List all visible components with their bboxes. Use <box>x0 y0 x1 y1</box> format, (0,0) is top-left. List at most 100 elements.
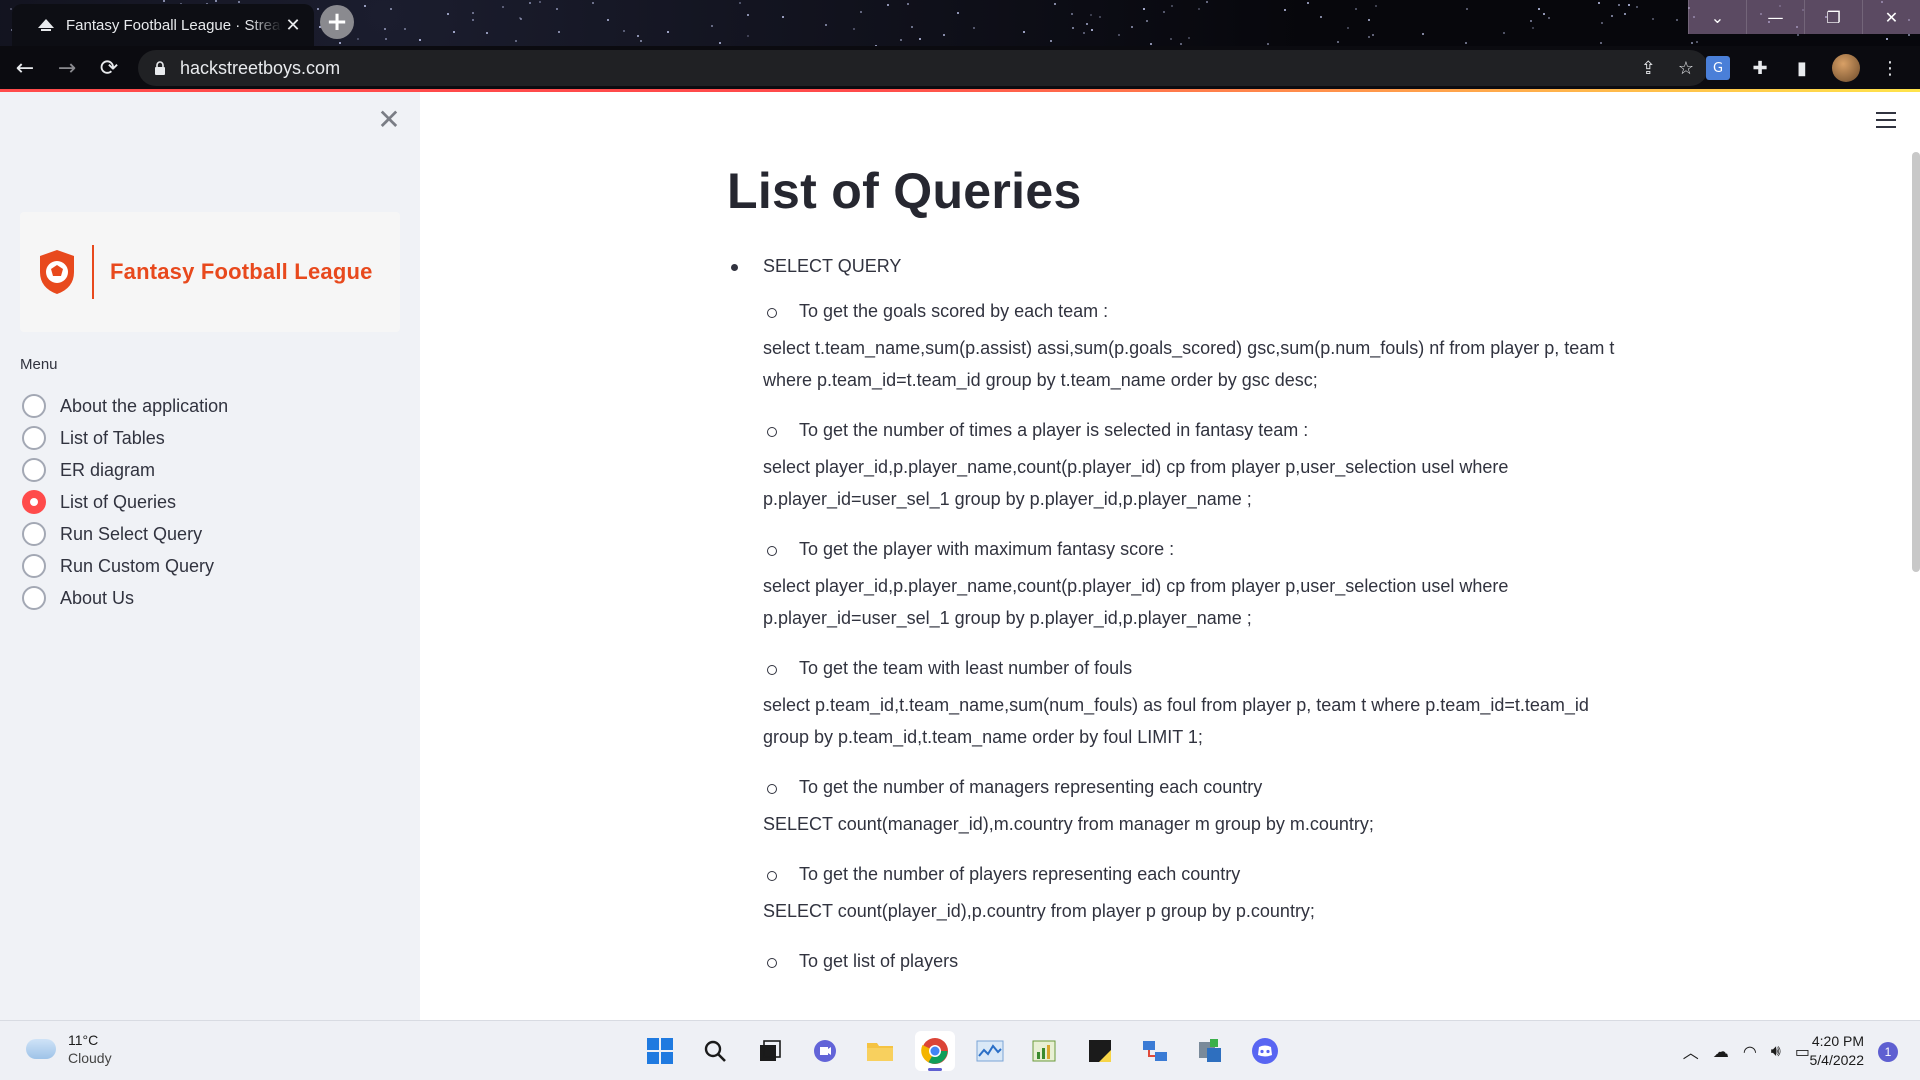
query-item: To get the goals scored by each team : se… <box>763 301 1627 396</box>
browser-toolbar: ← → ⟳ hackstreetboys.com ⇪ ☆ G ✚ ▮ ⋮ <box>0 46 1920 90</box>
browser-tab-strip: Fantasy Football League · Streamlit ✕ + … <box>0 0 1920 46</box>
window-controls: ⌄ — ❐ ✕ <box>1688 0 1920 34</box>
wifi-icon[interactable]: ◠ <box>1743 1042 1757 1061</box>
close-icon[interactable]: ✕ <box>1862 0 1920 34</box>
address-bar[interactable]: hackstreetboys.com ⇪ ☆ <box>138 50 1708 86</box>
sidebar: ✕ Fantasy Football League Menu About the… <box>0 92 420 1020</box>
profile-avatar[interactable] <box>1832 54 1860 82</box>
radio-unchecked[interactable] <box>22 522 46 546</box>
teams-chat-icon[interactable] <box>805 1031 845 1071</box>
radio-unchecked[interactable] <box>22 554 46 578</box>
close-sidebar-icon[interactable]: ✕ <box>376 106 402 132</box>
menu-item[interactable]: Run Custom Query <box>22 550 228 582</box>
radio-unchecked[interactable] <box>22 458 46 482</box>
more-menu-icon[interactable]: ⋮ <box>1878 56 1902 80</box>
query-item: To get the player with maximum fantasy s… <box>763 539 1627 634</box>
taskbar-apps <box>640 1031 1285 1071</box>
shield-ball-logo-icon <box>36 248 78 296</box>
queries-list: To get the goals scored by each team : se… <box>727 301 1627 972</box>
page-title: List of Queries <box>727 162 1627 220</box>
query-title: To get the goals scored by each team : <box>763 301 1627 322</box>
onedrive-cloud-icon[interactable]: ☁ <box>1713 1042 1729 1061</box>
query-item: To get the number of players representin… <box>763 864 1627 927</box>
clock-date: 5/4/2022 <box>1810 1051 1865 1070</box>
url-text: hackstreetboys.com <box>180 58 340 79</box>
restore-icon[interactable]: ❐ <box>1804 0 1862 34</box>
chevron-up-icon[interactable]: ︿ <box>1683 1039 1699 1063</box>
search-icon[interactable] <box>695 1031 735 1071</box>
menu-item-label: About the application <box>60 396 228 417</box>
query-item: To get list of players <box>763 951 1627 972</box>
chrome-icon[interactable] <box>915 1031 955 1071</box>
radio-unchecked[interactable] <box>22 394 46 418</box>
query-sql: SELECT count(manager_id),m.country from … <box>763 808 1623 840</box>
query-sql: select player_id,p.player_name,count(p.p… <box>763 570 1623 634</box>
sticky-notes-icon[interactable] <box>1080 1031 1120 1071</box>
browser-tab-active[interactable]: Fantasy Football League · Streamlit ✕ <box>12 4 314 46</box>
battery-icon[interactable]: ▭ <box>1795 1042 1810 1061</box>
menu-item[interactable]: Run Select Query <box>22 518 228 550</box>
share-icon[interactable]: ⇪ <box>1641 58 1656 79</box>
section-list-item: SELECT QUERY <box>727 256 1627 277</box>
menu-label: Menu <box>20 356 58 373</box>
radio-unchecked[interactable] <box>22 426 46 450</box>
logo-text: Fantasy Football League <box>110 259 373 285</box>
bookmark-star-icon[interactable]: ☆ <box>1678 58 1694 79</box>
chevron-down-icon[interactable]: ⌄ <box>1688 0 1746 34</box>
weather-widget[interactable]: 11°C Cloudy <box>26 1031 112 1067</box>
discord-icon[interactable] <box>1245 1031 1285 1071</box>
menu-item-label: List of Queries <box>60 492 176 513</box>
network-app-icon[interactable] <box>1135 1031 1175 1071</box>
menu-item[interactable]: List of Queries <box>22 486 228 518</box>
main-content: List of Queries SELECT QUERY To get the … <box>420 92 1920 1020</box>
menu-item-label: Run Custom Query <box>60 556 214 577</box>
query-title: To get list of players <box>763 951 1627 972</box>
volume-icon[interactable]: 🔊︎ <box>1771 1041 1781 1061</box>
windows-start-icon[interactable] <box>640 1031 680 1071</box>
query-sql: select p.team_id,t.team_name,sum(num_fou… <box>763 689 1623 753</box>
logo-divider <box>92 245 94 299</box>
minimize-icon[interactable]: — <box>1746 0 1804 34</box>
weather-desc: Cloudy <box>68 1049 112 1067</box>
task-view-icon[interactable] <box>750 1031 790 1071</box>
menu-item-label: About Us <box>60 588 134 609</box>
puzzle-extensions-icon[interactable]: ✚ <box>1748 56 1772 80</box>
cloud-icon <box>26 1039 56 1059</box>
menu-item-label: List of Tables <box>60 428 165 449</box>
chart-app-icon[interactable] <box>1025 1031 1065 1071</box>
radio-checked[interactable] <box>22 490 46 514</box>
clock-time: 4:20 PM <box>1810 1032 1865 1051</box>
reload-icon[interactable]: ⟳ <box>92 51 126 85</box>
forward-arrow-icon[interactable]: → <box>50 51 84 85</box>
radio-unchecked[interactable] <box>22 586 46 610</box>
notification-badge[interactable]: 1 <box>1878 1042 1898 1062</box>
query-sql: select player_id,p.player_name,count(p.p… <box>763 451 1623 515</box>
query-title: To get the number of times a player is s… <box>763 420 1627 441</box>
menu-item[interactable]: About the application <box>22 390 228 422</box>
query-item: To get the number of times a player is s… <box>763 420 1627 515</box>
translate-icon[interactable]: G <box>1706 56 1730 80</box>
back-arrow-icon[interactable]: ← <box>8 51 42 85</box>
new-tab-button[interactable]: + <box>320 5 354 39</box>
query-title: To get the number of players representin… <box>763 864 1627 885</box>
hamburger-menu-icon[interactable] <box>1876 112 1896 128</box>
system-tray: ︿ ☁ ◠ 🔊︎ ▭ <box>1683 1039 1810 1063</box>
query-item: To get the number of managers representi… <box>763 777 1627 840</box>
menu-item[interactable]: List of Tables <box>22 422 228 454</box>
performance-monitor-icon[interactable] <box>970 1031 1010 1071</box>
clock[interactable]: 4:20 PM 5/4/2022 <box>1810 1032 1865 1070</box>
tab-title: Fantasy Football League · Streamlit <box>66 17 282 34</box>
scrollbar[interactable] <box>1912 152 1920 572</box>
query-title: To get the player with maximum fantasy s… <box>763 539 1627 560</box>
menu-item[interactable]: About Us <box>22 582 228 614</box>
lock-icon <box>154 61 166 75</box>
tab-close-icon[interactable]: ✕ <box>282 14 304 36</box>
plus-icon: + <box>326 7 348 37</box>
query-sql: SELECT count(player_id),p.country from p… <box>763 895 1623 927</box>
side-panel-icon[interactable]: ▮ <box>1790 56 1814 80</box>
package-app-icon[interactable] <box>1190 1031 1230 1071</box>
menu-item[interactable]: ER diagram <box>22 454 228 486</box>
query-title: To get the number of managers representi… <box>763 777 1627 798</box>
file-explorer-icon[interactable] <box>860 1031 900 1071</box>
weather-temp: 11°C <box>68 1031 112 1049</box>
